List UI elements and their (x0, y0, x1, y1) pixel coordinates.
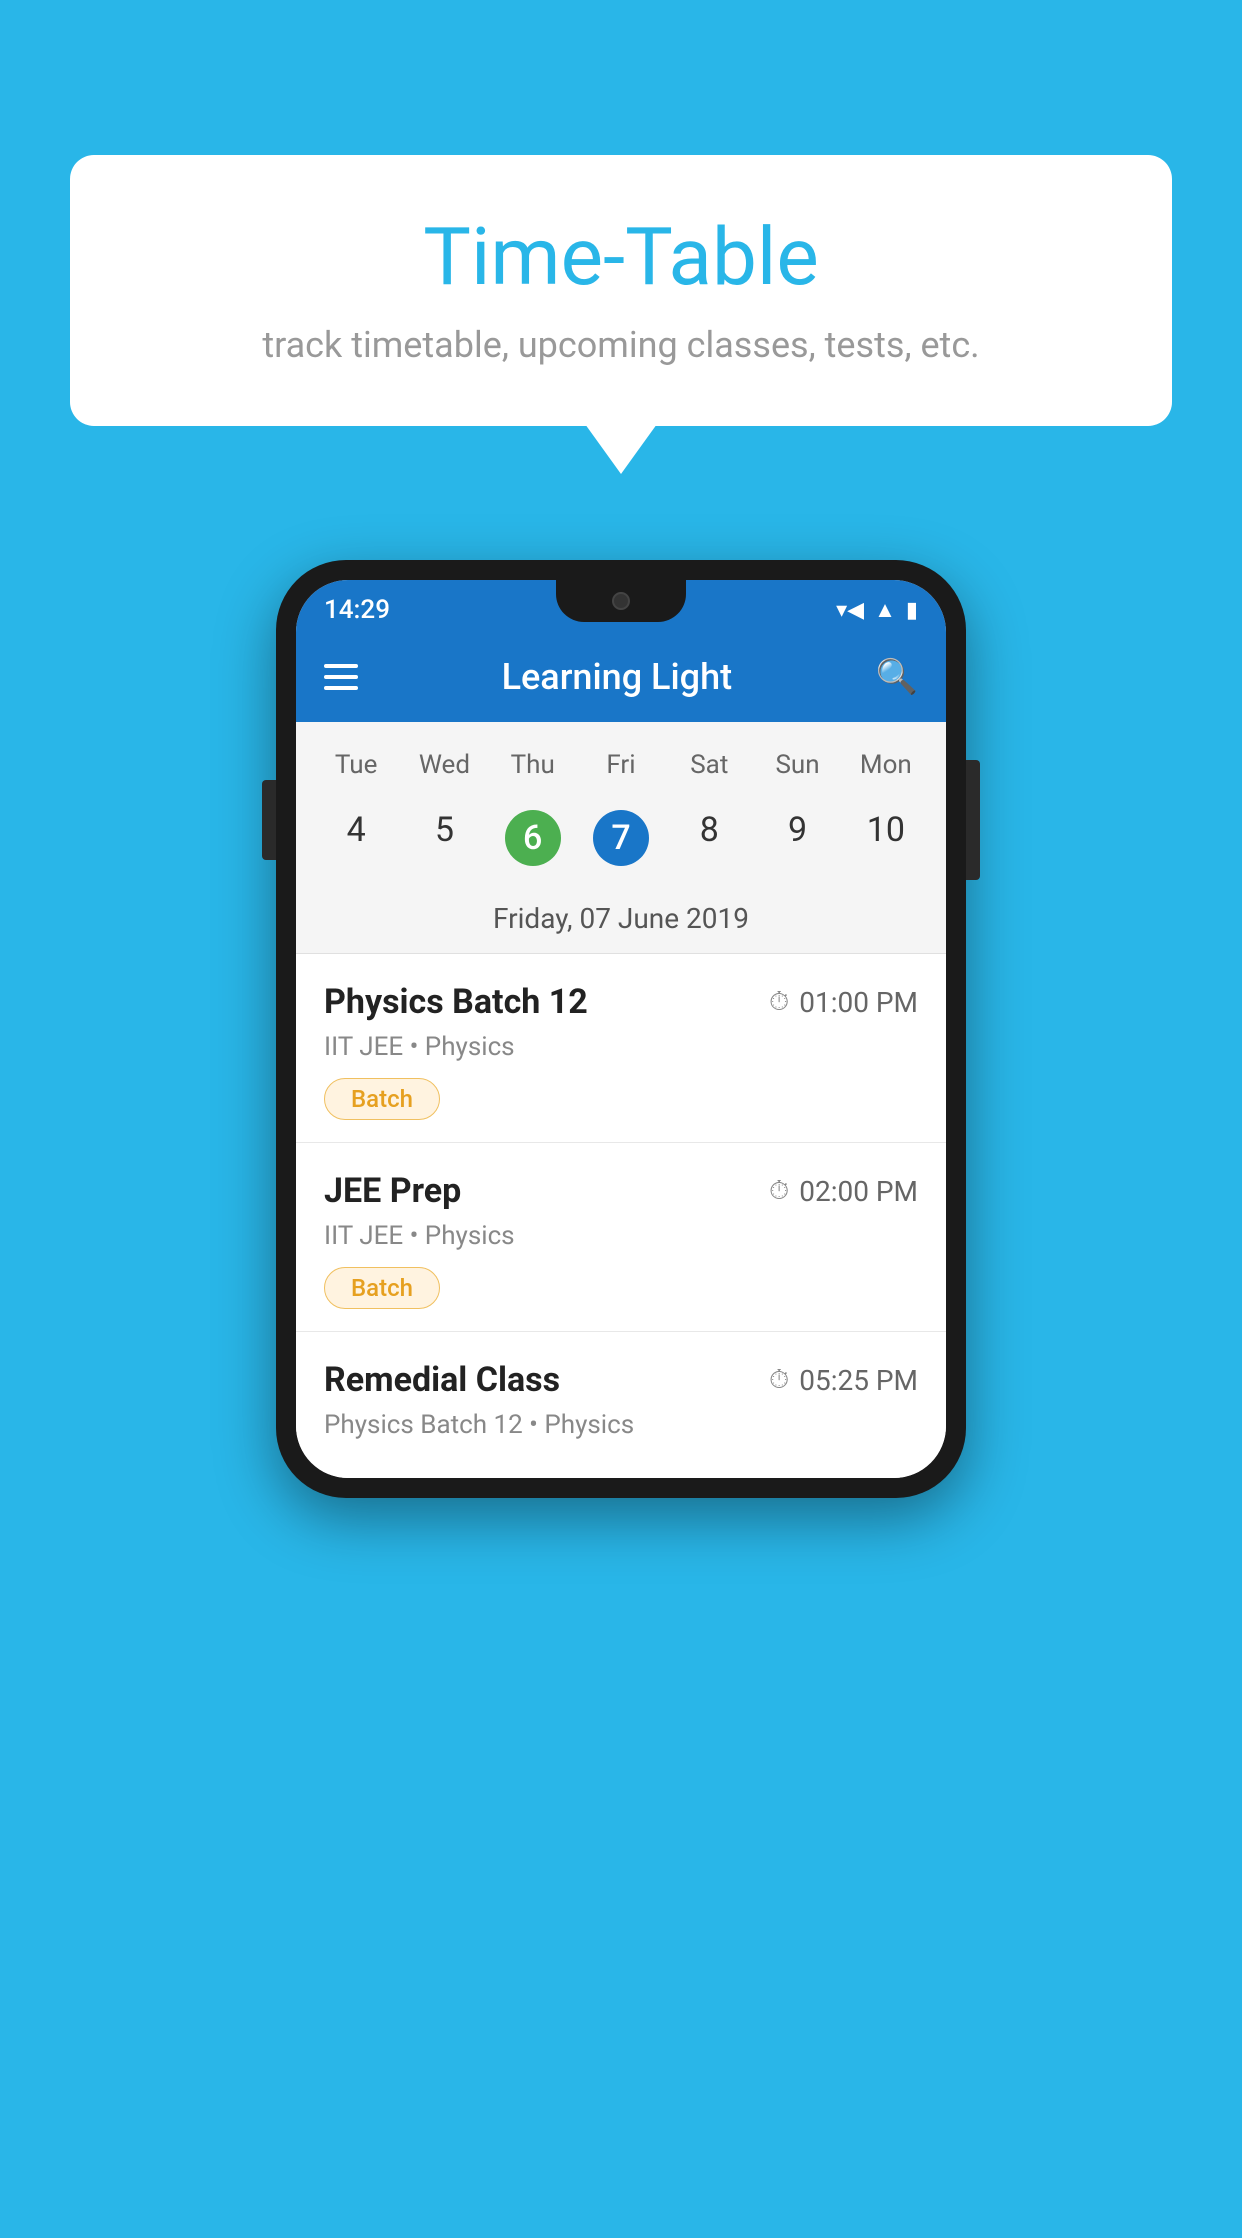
date-7-circle[interactable]: 7 (593, 810, 649, 866)
date-6[interactable]: 6 (489, 800, 577, 876)
phone-mockup: 14:29 ▾◀ ▲ ▮ Learning Light 🔍 Tue (276, 560, 966, 2238)
schedule-item-3-header: Remedial Class ⏱ 05:25 PM (324, 1360, 918, 1400)
schedule-item-2-title: JEE Prep (324, 1171, 461, 1211)
battery-icon: ▮ (906, 598, 918, 623)
phone-notch (556, 580, 686, 622)
schedule-item-1-subtitle: IIT JEE • Physics (324, 1032, 918, 1062)
date-10[interactable]: 10 (842, 800, 930, 876)
calendar-dates: 4 5 6 7 8 9 10 (312, 800, 930, 876)
schedule-item-1-title: Physics Batch 12 (324, 982, 588, 1022)
day-thu: Thu (489, 742, 577, 788)
day-tue: Tue (312, 742, 400, 788)
selected-date-label: Friday, 07 June 2019 (312, 892, 930, 953)
date-8[interactable]: 8 (665, 800, 753, 876)
status-icons: ▾◀ ▲ ▮ (836, 597, 918, 623)
date-7[interactable]: 7 (577, 800, 665, 876)
search-icon[interactable]: 🔍 (876, 657, 918, 697)
calendar-day-names: Tue Wed Thu Fri Sat Sun Mon (312, 742, 930, 788)
phone-outer: 14:29 ▾◀ ▲ ▮ Learning Light 🔍 Tue (276, 560, 966, 1498)
date-9[interactable]: 9 (753, 800, 841, 876)
schedule-item-1-header: Physics Batch 12 ⏱ 01:00 PM (324, 982, 918, 1022)
schedule-item-physics-batch[interactable]: Physics Batch 12 ⏱ 01:00 PM IIT JEE • Ph… (296, 954, 946, 1143)
app-subtitle: track timetable, upcoming classes, tests… (130, 324, 1112, 366)
day-wed: Wed (400, 742, 488, 788)
schedule-item-2-subtitle: IIT JEE • Physics (324, 1221, 918, 1251)
date-4[interactable]: 4 (312, 800, 400, 876)
schedule-item-3-time: ⏱ 05:25 PM (769, 1364, 918, 1397)
app-bar: Learning Light 🔍 (296, 632, 946, 722)
clock-icon-1: ⏱ (769, 987, 789, 1018)
date-6-circle[interactable]: 6 (505, 810, 561, 866)
hamburger-menu-icon[interactable] (324, 664, 358, 690)
day-sun: Sun (753, 742, 841, 788)
schedule-item-jee-prep[interactable]: JEE Prep ⏱ 02:00 PM IIT JEE • Physics Ba… (296, 1143, 946, 1332)
phone-inner: 14:29 ▾◀ ▲ ▮ Learning Light 🔍 Tue (296, 580, 946, 1478)
schedule-item-remedial[interactable]: Remedial Class ⏱ 05:25 PM Physics Batch … (296, 1332, 946, 1478)
app-title-heading: Time-Table (130, 210, 1112, 304)
app-bar-title: Learning Light (382, 656, 852, 698)
schedule-list: Physics Batch 12 ⏱ 01:00 PM IIT JEE • Ph… (296, 954, 946, 1478)
schedule-item-3-time-text: 05:25 PM (799, 1364, 918, 1397)
schedule-item-1-time: ⏱ 01:00 PM (769, 986, 918, 1019)
schedule-item-2-time-text: 02:00 PM (799, 1175, 918, 1208)
wifi-icon: ▾◀ (836, 598, 864, 623)
schedule-item-1-time-text: 01:00 PM (799, 986, 918, 1019)
day-sat: Sat (665, 742, 753, 788)
front-camera (612, 592, 630, 610)
batch-badge-2: Batch (324, 1267, 440, 1309)
schedule-item-2-header: JEE Prep ⏱ 02:00 PM (324, 1171, 918, 1211)
day-fri: Fri (577, 742, 665, 788)
speech-bubble: Time-Table track timetable, upcoming cla… (70, 155, 1172, 426)
calendar-section: Tue Wed Thu Fri Sat Sun Mon 4 5 6 7 (296, 722, 946, 953)
clock-icon-2: ⏱ (769, 1176, 789, 1207)
clock-icon-3: ⏱ (769, 1365, 789, 1396)
schedule-item-2-time: ⏱ 02:00 PM (769, 1175, 918, 1208)
schedule-item-3-subtitle: Physics Batch 12 • Physics (324, 1410, 918, 1440)
schedule-item-3-title: Remedial Class (324, 1360, 560, 1400)
date-5[interactable]: 5 (400, 800, 488, 876)
signal-icon: ▲ (874, 597, 896, 623)
status-time: 14:29 (324, 595, 390, 625)
speech-bubble-container: Time-Table track timetable, upcoming cla… (70, 155, 1172, 426)
day-mon: Mon (842, 742, 930, 788)
batch-badge-1: Batch (324, 1078, 440, 1120)
